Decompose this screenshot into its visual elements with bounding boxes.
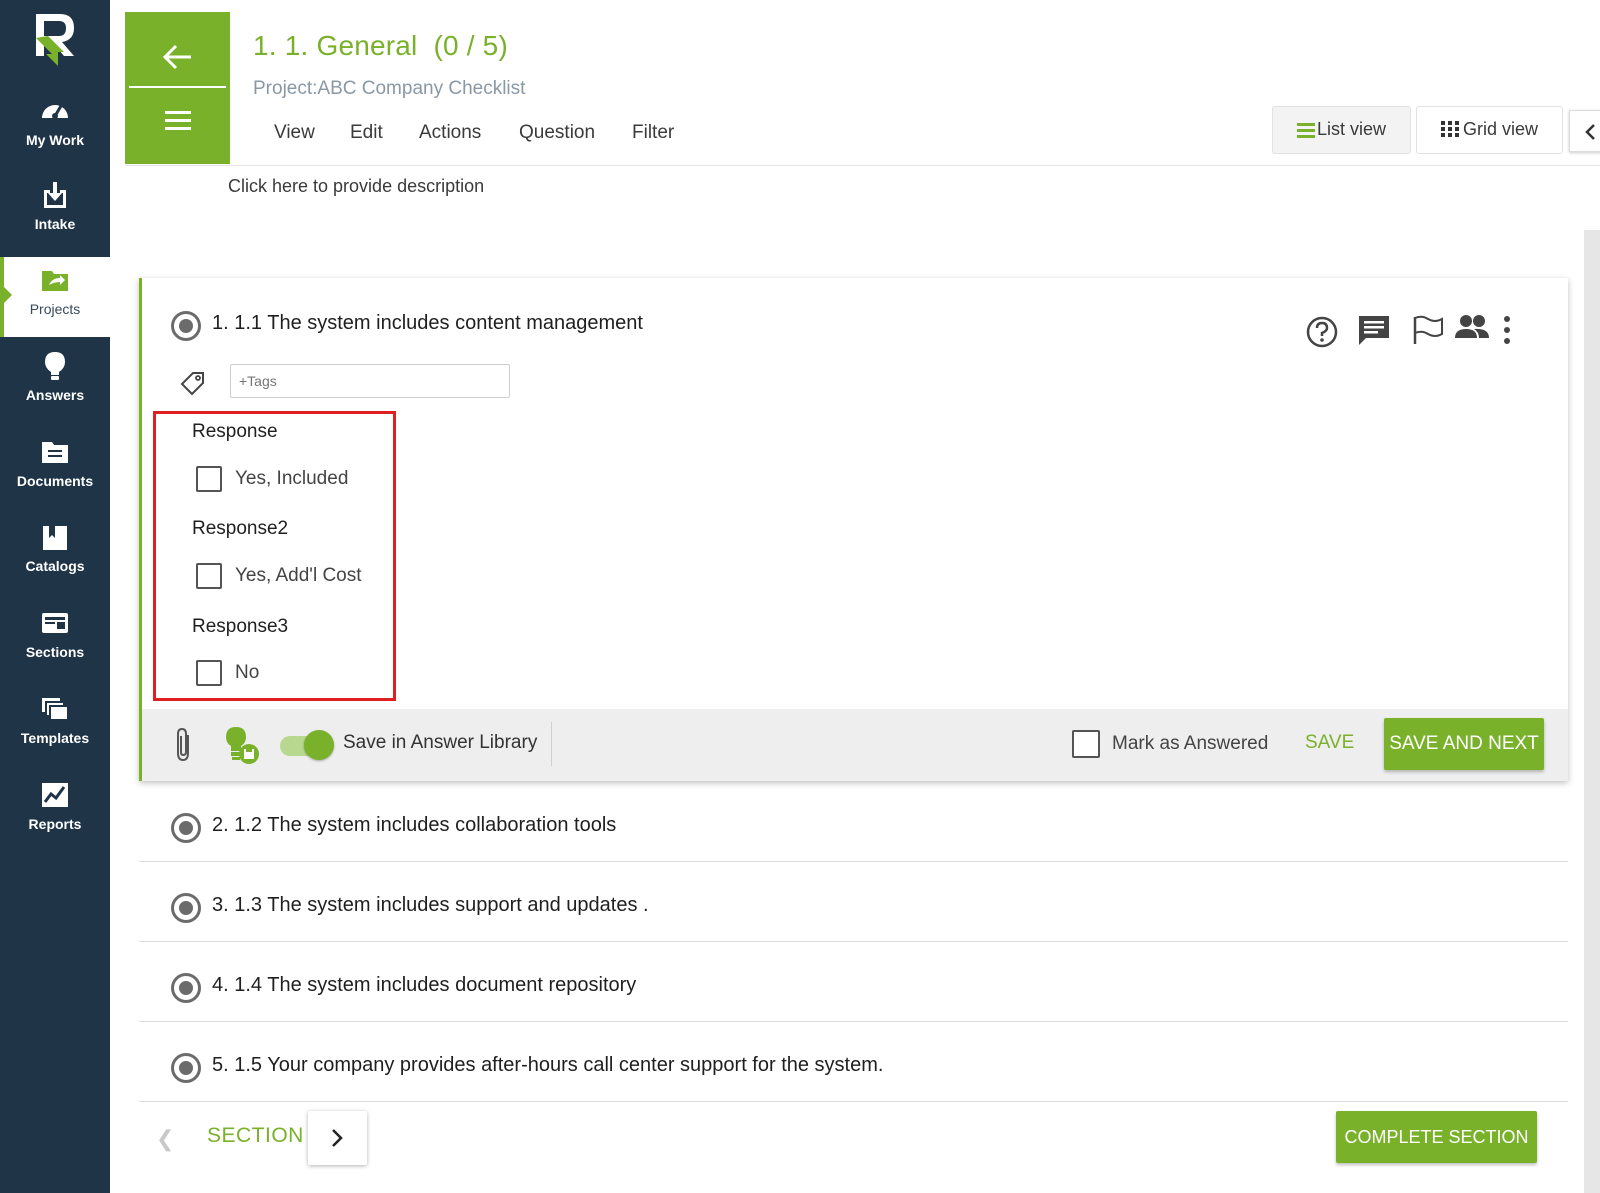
chevron-right-icon <box>332 1129 343 1147</box>
response-checkbox-no[interactable] <box>196 660 222 686</box>
sidebar-item-catalogs[interactable]: Catalogs <box>0 514 110 594</box>
lightbulb-icon <box>45 352 65 380</box>
paperclip-icon[interactable] <box>170 727 198 763</box>
menu-filter[interactable]: Filter <box>632 122 674 144</box>
list-icon <box>1297 123 1315 138</box>
question-status-radio[interactable] <box>171 973 201 1003</box>
grid-icon <box>1441 121 1459 137</box>
footer-divider <box>551 722 552 766</box>
sidebar-item-label: Documents <box>16 473 94 489</box>
question-title: 2. 1.2 The system includes collaboration… <box>212 814 617 836</box>
save-library-label: Save in Answer Library <box>343 732 538 753</box>
divider <box>129 86 226 88</box>
sidebar-item-label: Catalogs <box>25 558 85 574</box>
response-option-label: No <box>235 662 260 683</box>
complete-section-button[interactable]: COMPLETE SECTION <box>1336 1111 1537 1163</box>
sidebar-item-reports[interactable]: Reports <box>0 772 110 852</box>
answer-library-bulb-icon[interactable] <box>222 725 260 765</box>
header-divider <box>125 165 1600 166</box>
comment-icon[interactable] <box>1356 312 1392 348</box>
speedometer-icon <box>42 105 68 119</box>
sidebar-item-label: Reports <box>28 816 82 832</box>
sidebar-item-label: Answers <box>25 387 85 403</box>
menu-edit[interactable]: Edit <box>350 122 383 144</box>
header-action-block <box>125 12 230 164</box>
sidebar-item-sections[interactable]: Sections <box>0 600 110 680</box>
menu-question[interactable]: Question <box>519 122 595 144</box>
next-section-button[interactable] <box>308 1111 367 1165</box>
question-title: 3. 1.3 The system includes support and u… <box>212 894 649 916</box>
page-title: 1. 1. General (0 / 5) <box>253 30 508 62</box>
response3-label: Response3 <box>192 616 289 637</box>
active-question-title: 1. 1.1 The system includes content manag… <box>212 312 643 334</box>
sidebar-item-intake[interactable]: Intake <box>0 172 110 252</box>
scrollbar[interactable] <box>1584 230 1600 1193</box>
project-name: Project:ABC Company Checklist <box>253 78 526 99</box>
folder-arrow-icon <box>42 271 68 291</box>
back-arrow-icon[interactable] <box>155 37 200 77</box>
more-vertical-icon[interactable] <box>1498 312 1516 348</box>
menu-actions[interactable]: Actions <box>419 122 481 144</box>
question-status-radio[interactable] <box>171 1053 201 1083</box>
flag-icon[interactable] <box>1410 312 1446 348</box>
sidebar-item-label: Intake <box>34 216 76 232</box>
book-icon <box>43 526 67 550</box>
section-nav-label: SECTION <box>207 1124 304 1147</box>
toggle-knob <box>304 730 334 760</box>
save-library-toggle[interactable] <box>280 730 334 760</box>
tag-icon <box>180 372 204 396</box>
response-checkbox-yes-addl-cost[interactable] <box>196 563 222 589</box>
question-status-radio[interactable] <box>171 311 201 341</box>
save-button[interactable]: SAVE <box>1305 732 1354 754</box>
mark-answered-checkbox[interactable] <box>1072 730 1100 758</box>
response-option-label: Yes, Included <box>235 468 349 489</box>
response-checkbox-yes-included[interactable] <box>196 466 222 492</box>
response-label: Response <box>192 421 278 442</box>
response-option-label: Yes, Add'l Cost <box>235 565 362 586</box>
section-title: 1. 1. General <box>253 30 418 61</box>
help-circle-icon[interactable] <box>1304 314 1340 350</box>
folder-document-icon <box>42 442 68 463</box>
chevron-left-icon <box>1585 124 1595 140</box>
section-description[interactable]: Click here to provide description <box>228 176 484 197</box>
save-and-next-button[interactable]: SAVE AND NEXT <box>1384 718 1544 770</box>
sidebar: My Work Intake Projects Answers Document… <box>0 0 110 1193</box>
sidebar-item-templates[interactable]: Templates <box>0 686 110 766</box>
section-card-icon <box>42 613 68 633</box>
hamburger-menu-icon[interactable] <box>155 100 200 140</box>
sidebar-item-label: Sections <box>25 644 85 660</box>
people-icon[interactable] <box>1454 310 1490 346</box>
logo-icon[interactable] <box>30 10 80 66</box>
progress-count: (0 / 5) <box>433 30 508 61</box>
sidebar-item-answers[interactable]: Answers <box>0 343 110 423</box>
tags-input[interactable] <box>230 364 510 398</box>
list-view-label: List view <box>1317 119 1387 139</box>
sidebar-item-documents[interactable]: Documents <box>0 429 110 509</box>
menu-view[interactable]: View <box>274 122 315 144</box>
previous-section-icon[interactable]: ❮ <box>156 1126 174 1152</box>
list-view-button[interactable]: List view <box>1272 106 1411 154</box>
chart-line-icon <box>42 783 68 807</box>
sidebar-item-projects[interactable]: Projects <box>0 257 110 337</box>
sidebar-item-label: My Work <box>25 132 85 148</box>
grid-view-label: Grid view <box>1463 119 1539 139</box>
mark-answered-label: Mark as Answered <box>1112 733 1269 754</box>
responses-highlight-box <box>153 411 396 701</box>
question-title: 4. 1.4 The system includes document repo… <box>212 974 637 996</box>
download-icon <box>44 182 66 208</box>
sidebar-item-label: Templates <box>20 730 90 746</box>
grid-view-button[interactable]: Grid view <box>1416 106 1563 154</box>
response2-label: Response2 <box>192 518 289 539</box>
question-status-radio[interactable] <box>171 893 201 923</box>
question-status-radio[interactable] <box>171 813 201 843</box>
stacked-windows-icon <box>42 698 69 721</box>
sidebar-item-label: Projects <box>29 301 81 317</box>
question-title: 5. 1.5 Your company provides after-hours… <box>212 1054 884 1076</box>
collapse-panel-button[interactable] <box>1569 110 1600 152</box>
sidebar-item-my-work[interactable]: My Work <box>0 88 110 168</box>
